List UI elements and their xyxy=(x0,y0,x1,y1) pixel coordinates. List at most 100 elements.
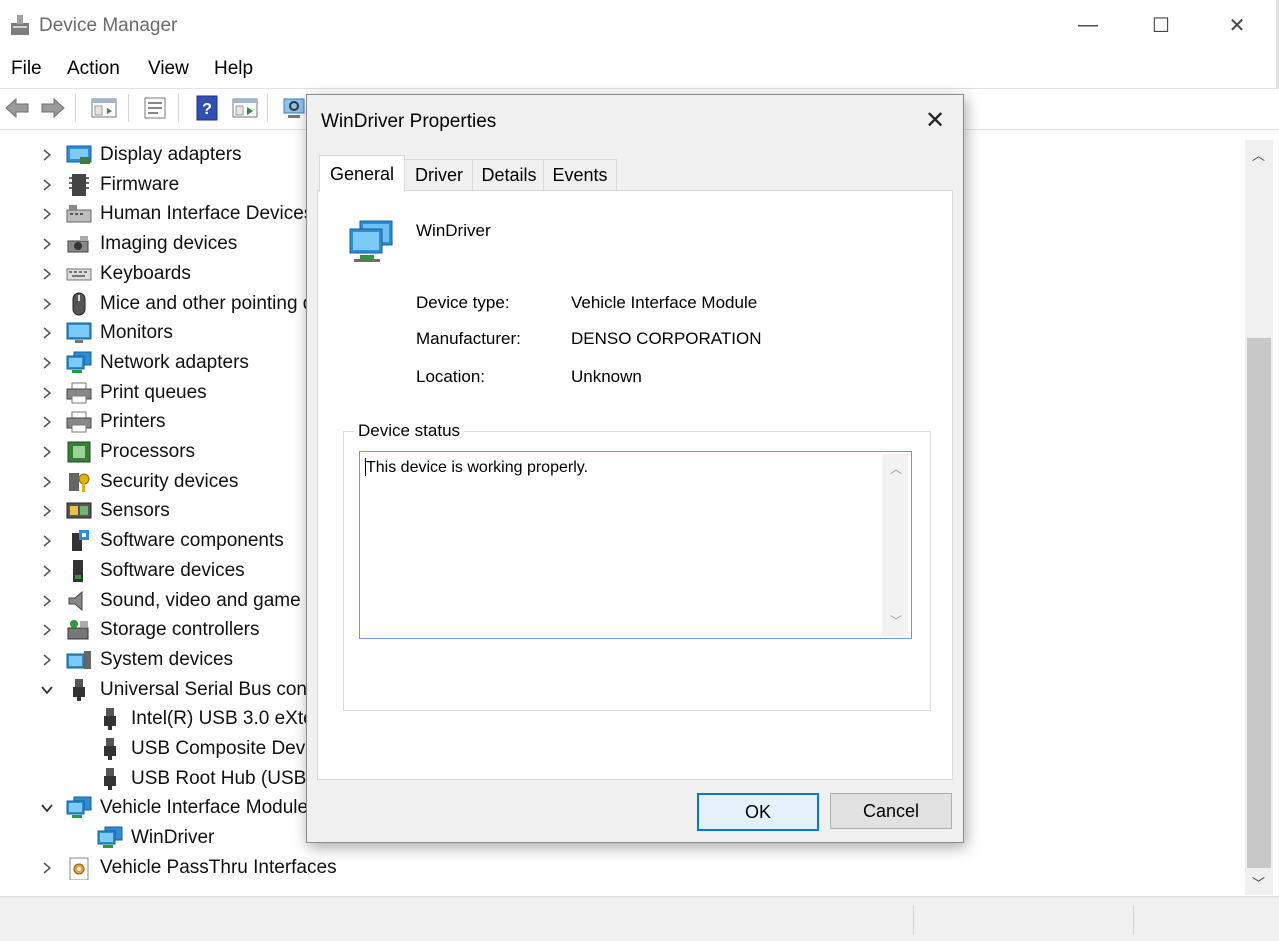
software-device-icon xyxy=(73,560,83,582)
menu-help[interactable]: Help xyxy=(214,58,253,80)
chevron-right-icon[interactable] xyxy=(40,504,54,518)
chevron-right-icon[interactable] xyxy=(40,386,54,400)
security-device-icon xyxy=(69,473,90,492)
hid-icon xyxy=(66,205,92,223)
window-title: Device Manager xyxy=(39,15,178,36)
sensor-icon xyxy=(66,502,92,519)
storage-controller-icon xyxy=(67,620,89,640)
dialog-title: WinDriver Properties xyxy=(321,111,497,132)
tree-item-label: Processors xyxy=(100,441,196,462)
scroll-up-arrow-icon[interactable]: ︿ xyxy=(1252,145,1265,164)
chevron-right-icon[interactable] xyxy=(40,356,54,370)
chevron-right-icon[interactable] xyxy=(40,148,54,162)
manufacturer-value: DENSO CORPORATION xyxy=(571,329,762,348)
device-type-value: Vehicle Interface Module xyxy=(571,293,758,312)
chevron-right-icon[interactable] xyxy=(40,653,54,667)
chevron-up-icon[interactable]: ︿ xyxy=(890,460,902,477)
tab-driver[interactable]: Driver xyxy=(403,159,475,190)
tab-events[interactable]: Events xyxy=(543,159,617,190)
tree-category-item[interactable]: Vehicle PassThru Interfaces xyxy=(0,854,1240,882)
properties-dialog: WinDriver Properties ✕ General Driver De… xyxy=(306,94,964,843)
device-name: WinDriver xyxy=(416,221,491,240)
chevron-right-icon[interactable] xyxy=(40,207,54,221)
chevron-right-icon[interactable] xyxy=(40,534,54,548)
tree-item-label: WinDriver xyxy=(131,827,215,848)
keyboard-icon xyxy=(66,268,92,281)
chevron-right-icon[interactable] xyxy=(40,297,54,311)
printer-icon xyxy=(66,411,92,433)
tree-item-label: Monitors xyxy=(100,322,173,343)
passthru-icon xyxy=(69,857,89,880)
tree-item-label: Software components xyxy=(100,530,284,551)
chevron-right-icon[interactable] xyxy=(40,326,54,340)
menu-file[interactable]: File xyxy=(11,58,42,80)
forward-icon[interactable] xyxy=(39,94,67,122)
network-adapter-icon xyxy=(97,826,123,848)
software-component-icon xyxy=(72,530,89,551)
menu-action[interactable]: Action xyxy=(67,58,120,80)
chevron-right-icon[interactable] xyxy=(40,594,54,608)
speaker-icon xyxy=(68,590,83,612)
title-bar: Device Manager — ☐ ✕ xyxy=(0,0,1279,52)
menu-view[interactable]: View xyxy=(148,58,189,80)
monitor-icon xyxy=(66,322,92,343)
tree-item-label: Vehicle Interface Module xyxy=(100,797,309,818)
tree-item-label: Software devices xyxy=(100,560,245,581)
chevron-right-icon[interactable] xyxy=(40,178,54,192)
textbox-scrollbar[interactable]: ︿ ﹀ xyxy=(882,454,908,636)
chevron-right-icon[interactable] xyxy=(40,237,54,251)
tree-item-label: Human Interface Devices xyxy=(100,203,314,224)
chevron-right-icon[interactable] xyxy=(40,445,54,459)
ok-button[interactable]: OK xyxy=(697,793,819,831)
scrollbar-thumb[interactable] xyxy=(1247,338,1271,868)
usb-icon xyxy=(104,768,116,790)
device-status-textbox[interactable]: This device is working properly. ︿ ﹀ xyxy=(359,451,912,639)
network-adapter-icon xyxy=(349,220,393,262)
network-adapter-icon xyxy=(66,796,92,818)
device-type-label: Device type: xyxy=(416,293,510,312)
chevron-right-icon[interactable] xyxy=(40,623,54,637)
tree-item-label: Security devices xyxy=(100,471,239,492)
show-hide-console-tree-icon[interactable] xyxy=(90,94,118,122)
status-bar xyxy=(0,896,1279,941)
chevron-right-icon[interactable] xyxy=(40,475,54,489)
camera-icon xyxy=(67,236,89,253)
tree-item-label: Vehicle PassThru Interfaces xyxy=(100,857,337,878)
close-button[interactable]: ✕ xyxy=(1214,10,1260,40)
properties-icon[interactable] xyxy=(141,94,169,122)
chevron-right-icon[interactable] xyxy=(40,564,54,578)
close-icon: ✕ xyxy=(924,106,946,134)
back-icon[interactable] xyxy=(3,94,31,122)
chevron-right-icon[interactable] xyxy=(40,415,54,429)
menu-bar: File Action View Help xyxy=(0,54,1279,86)
manufacturer-label: Manufacturer: xyxy=(416,329,521,348)
help-icon[interactable]: ? xyxy=(193,94,221,122)
cancel-button[interactable]: Cancel xyxy=(830,793,952,829)
dialog-close-button[interactable]: ✕ xyxy=(917,105,953,135)
tree-item-label: Imaging devices xyxy=(100,233,238,254)
firmware-icon xyxy=(69,174,89,196)
location-value: Unknown xyxy=(571,367,642,386)
usb-icon xyxy=(104,708,116,730)
maximize-button[interactable]: ☐ xyxy=(1138,10,1184,40)
chevron-down-icon[interactable] xyxy=(40,683,54,697)
usb-icon xyxy=(104,738,116,760)
scan-hardware-icon[interactable] xyxy=(281,94,309,122)
tree-item-label: Print queues xyxy=(100,382,207,403)
chevron-down-icon[interactable] xyxy=(40,801,54,815)
scroll-down-arrow-icon[interactable]: ﹀ xyxy=(1252,873,1265,892)
tab-details[interactable]: Details xyxy=(472,159,546,190)
chevron-right-icon[interactable] xyxy=(40,267,54,281)
system-device-icon xyxy=(66,651,91,669)
network-adapter-icon xyxy=(66,351,92,373)
chevron-right-icon[interactable] xyxy=(40,861,54,875)
run-icon[interactable] xyxy=(231,94,259,122)
tab-general[interactable]: General xyxy=(319,155,405,192)
chevron-down-icon[interactable]: ﹀ xyxy=(890,612,902,629)
tree-item-label: Keyboards xyxy=(100,263,191,284)
printer-icon xyxy=(66,382,92,404)
tree-item-label: Display adapters xyxy=(100,144,242,165)
minimize-button[interactable]: — xyxy=(1065,10,1111,40)
tree-item-label: Firmware xyxy=(100,174,180,195)
tree-item-label: USB Composite Device xyxy=(131,738,330,759)
